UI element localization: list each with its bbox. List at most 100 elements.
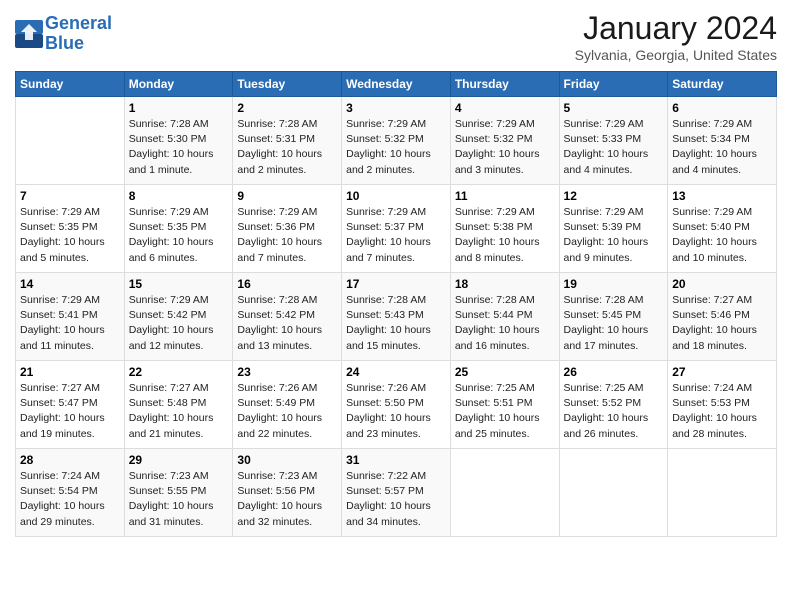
- calendar-day-cell: 18Sunrise: 7:28 AMSunset: 5:44 PMDayligh…: [450, 273, 559, 361]
- calendar-day-cell: 20 Sunrise: 7:27 AMSunset: 5:46 PMDayligh…: [668, 273, 777, 361]
- day-info: Sunrise: 7:22 AMSunset: 5:57 PMDaylight:…: [346, 469, 446, 530]
- day-number: 8: [129, 189, 229, 203]
- weekday-header: Thursday: [450, 72, 559, 97]
- weekday-header: Monday: [124, 72, 233, 97]
- day-info: Sunrise: 7:25 AMSunset: 5:52 PMDaylight:…: [564, 381, 664, 442]
- day-info: Sunrise: 7:25 AMSunset: 5:51 PMDaylight:…: [455, 381, 555, 442]
- day-number: 30: [237, 453, 337, 467]
- calendar-day-cell: 3 Sunrise: 7:29 AMSunset: 5:32 PMDaylight…: [342, 97, 451, 185]
- day-number: 25: [455, 365, 555, 379]
- calendar-day-cell: 5 Sunrise: 7:29 AMSunset: 5:33 PMDaylight…: [559, 97, 668, 185]
- day-number: 29: [129, 453, 229, 467]
- day-number: 21: [20, 365, 120, 379]
- calendar-day-cell: 24Sunrise: 7:26 AMSunset: 5:50 PMDayligh…: [342, 361, 451, 449]
- day-info: Sunrise: 7:27 AMSunset: 5:47 PMDaylight:…: [20, 381, 120, 442]
- day-number: 17: [346, 277, 446, 291]
- day-number: 3: [346, 101, 446, 115]
- logo: General Blue: [15, 14, 112, 54]
- day-info: Sunrise: 7:29 AMSunset: 5:33 PMDaylight:…: [564, 117, 664, 178]
- day-info: Sunrise: 7:27 AMSunset: 5:48 PMDaylight:…: [129, 381, 229, 442]
- day-info: Sunrise: 7:29 AMSunset: 5:32 PMDaylight:…: [346, 117, 446, 178]
- day-info: Sunrise: 7:28 AMSunset: 5:45 PMDaylight:…: [564, 293, 664, 354]
- day-info: Sunrise: 7:29 AMSunset: 5:41 PMDaylight:…: [20, 293, 120, 354]
- calendar-day-cell: 9Sunrise: 7:29 AMSunset: 5:36 PMDaylight…: [233, 185, 342, 273]
- calendar-day-cell: 11Sunrise: 7:29 AMSunset: 5:38 PMDayligh…: [450, 185, 559, 273]
- day-number: 5: [564, 101, 664, 115]
- logo-general: General: [45, 13, 112, 33]
- calendar-day-cell: 21 Sunrise: 7:27 AMSunset: 5:47 PMDayligh…: [16, 361, 125, 449]
- calendar-day-cell: 8 Sunrise: 7:29 AMSunset: 5:35 PMDaylight…: [124, 185, 233, 273]
- calendar-day-cell: [668, 449, 777, 537]
- day-number: 10: [346, 189, 446, 203]
- calendar-day-cell: 30Sunrise: 7:23 AMSunset: 5:56 PMDayligh…: [233, 449, 342, 537]
- day-number: 11: [455, 189, 555, 203]
- day-number: 23: [237, 365, 337, 379]
- month-title: January 2024: [575, 10, 777, 47]
- weekday-header-row: SundayMondayTuesdayWednesdayThursdayFrid…: [16, 72, 777, 97]
- calendar-day-cell: 13Sunrise: 7:29 AMSunset: 5:40 PMDayligh…: [668, 185, 777, 273]
- calendar-day-cell: [16, 97, 125, 185]
- calendar-week-row: 1 Sunrise: 7:28 AMSunset: 5:30 PMDaylight…: [16, 97, 777, 185]
- day-number: 22: [129, 365, 229, 379]
- calendar-day-cell: [450, 449, 559, 537]
- day-number: 12: [564, 189, 664, 203]
- day-number: 19: [564, 277, 664, 291]
- day-number: 28: [20, 453, 120, 467]
- calendar-day-cell: 1 Sunrise: 7:28 AMSunset: 5:30 PMDaylight…: [124, 97, 233, 185]
- calendar-day-cell: 4 Sunrise: 7:29 AMSunset: 5:32 PMDaylight…: [450, 97, 559, 185]
- day-info: Sunrise: 7:28 AMSunset: 5:30 PMDaylight:…: [129, 117, 229, 178]
- day-info: Sunrise: 7:29 AMSunset: 5:39 PMDaylight:…: [564, 205, 664, 266]
- day-number: 7: [20, 189, 120, 203]
- day-info: Sunrise: 7:27 AMSunset: 5:46 PMDaylight:…: [672, 293, 772, 354]
- day-info: Sunrise: 7:29 AMSunset: 5:35 PMDaylight:…: [20, 205, 120, 266]
- weekday-header: Wednesday: [342, 72, 451, 97]
- calendar-day-cell: 2Sunrise: 7:28 AMSunset: 5:31 PMDaylight…: [233, 97, 342, 185]
- calendar-day-cell: 17Sunrise: 7:28 AMSunset: 5:43 PMDayligh…: [342, 273, 451, 361]
- logo-blue: Blue: [45, 33, 84, 53]
- weekday-header: Tuesday: [233, 72, 342, 97]
- calendar-week-row: 14Sunrise: 7:29 AMSunset: 5:41 PMDayligh…: [16, 273, 777, 361]
- day-info: Sunrise: 7:29 AMSunset: 5:32 PMDaylight:…: [455, 117, 555, 178]
- calendar-day-cell: 25 Sunrise: 7:25 AMSunset: 5:51 PMDayligh…: [450, 361, 559, 449]
- calendar-day-cell: 28 Sunrise: 7:24 AMSunset: 5:54 PMDayligh…: [16, 449, 125, 537]
- page-header: General Blue January 2024 Sylvania, Geor…: [15, 10, 777, 63]
- day-number: 1: [129, 101, 229, 115]
- logo-text: General Blue: [45, 14, 112, 54]
- day-number: 4: [455, 101, 555, 115]
- calendar-table: SundayMondayTuesdayWednesdayThursdayFrid…: [15, 71, 777, 537]
- day-number: 26: [564, 365, 664, 379]
- calendar-week-row: 28 Sunrise: 7:24 AMSunset: 5:54 PMDayligh…: [16, 449, 777, 537]
- location-title: Sylvania, Georgia, United States: [575, 47, 777, 63]
- day-number: 13: [672, 189, 772, 203]
- calendar-day-cell: 19 Sunrise: 7:28 AMSunset: 5:45 PMDayligh…: [559, 273, 668, 361]
- day-info: Sunrise: 7:23 AMSunset: 5:55 PMDaylight:…: [129, 469, 229, 530]
- day-number: 27: [672, 365, 772, 379]
- day-info: Sunrise: 7:28 AMSunset: 5:42 PMDaylight:…: [237, 293, 337, 354]
- calendar-day-cell: 6Sunrise: 7:29 AMSunset: 5:34 PMDaylight…: [668, 97, 777, 185]
- day-number: 16: [237, 277, 337, 291]
- weekday-header: Friday: [559, 72, 668, 97]
- logo-icon: [15, 20, 43, 48]
- calendar-day-cell: 12 Sunrise: 7:29 AMSunset: 5:39 PMDayligh…: [559, 185, 668, 273]
- day-info: Sunrise: 7:29 AMSunset: 5:37 PMDaylight:…: [346, 205, 446, 266]
- day-number: 24: [346, 365, 446, 379]
- calendar-day-cell: 7 Sunrise: 7:29 AMSunset: 5:35 PMDaylight…: [16, 185, 125, 273]
- calendar-day-cell: 16 Sunrise: 7:28 AMSunset: 5:42 PMDayligh…: [233, 273, 342, 361]
- calendar-day-cell: [559, 449, 668, 537]
- day-info: Sunrise: 7:29 AMSunset: 5:36 PMDaylight:…: [237, 205, 337, 266]
- calendar-day-cell: 31 Sunrise: 7:22 AMSunset: 5:57 PMDayligh…: [342, 449, 451, 537]
- calendar-week-row: 21 Sunrise: 7:27 AMSunset: 5:47 PMDayligh…: [16, 361, 777, 449]
- day-info: Sunrise: 7:24 AMSunset: 5:54 PMDaylight:…: [20, 469, 120, 530]
- calendar-day-cell: 29 Sunrise: 7:23 AMSunset: 5:55 PMDayligh…: [124, 449, 233, 537]
- day-info: Sunrise: 7:29 AMSunset: 5:35 PMDaylight:…: [129, 205, 229, 266]
- calendar-day-cell: 14Sunrise: 7:29 AMSunset: 5:41 PMDayligh…: [16, 273, 125, 361]
- calendar-day-cell: 10 Sunrise: 7:29 AMSunset: 5:37 PMDayligh…: [342, 185, 451, 273]
- calendar-day-cell: 22 Sunrise: 7:27 AMSunset: 5:48 PMDayligh…: [124, 361, 233, 449]
- calendar-day-cell: 23Sunrise: 7:26 AMSunset: 5:49 PMDayligh…: [233, 361, 342, 449]
- calendar-day-cell: 15Sunrise: 7:29 AMSunset: 5:42 PMDayligh…: [124, 273, 233, 361]
- day-number: 20: [672, 277, 772, 291]
- day-info: Sunrise: 7:24 AMSunset: 5:53 PMDaylight:…: [672, 381, 772, 442]
- day-number: 31: [346, 453, 446, 467]
- weekday-header: Saturday: [668, 72, 777, 97]
- weekday-header: Sunday: [16, 72, 125, 97]
